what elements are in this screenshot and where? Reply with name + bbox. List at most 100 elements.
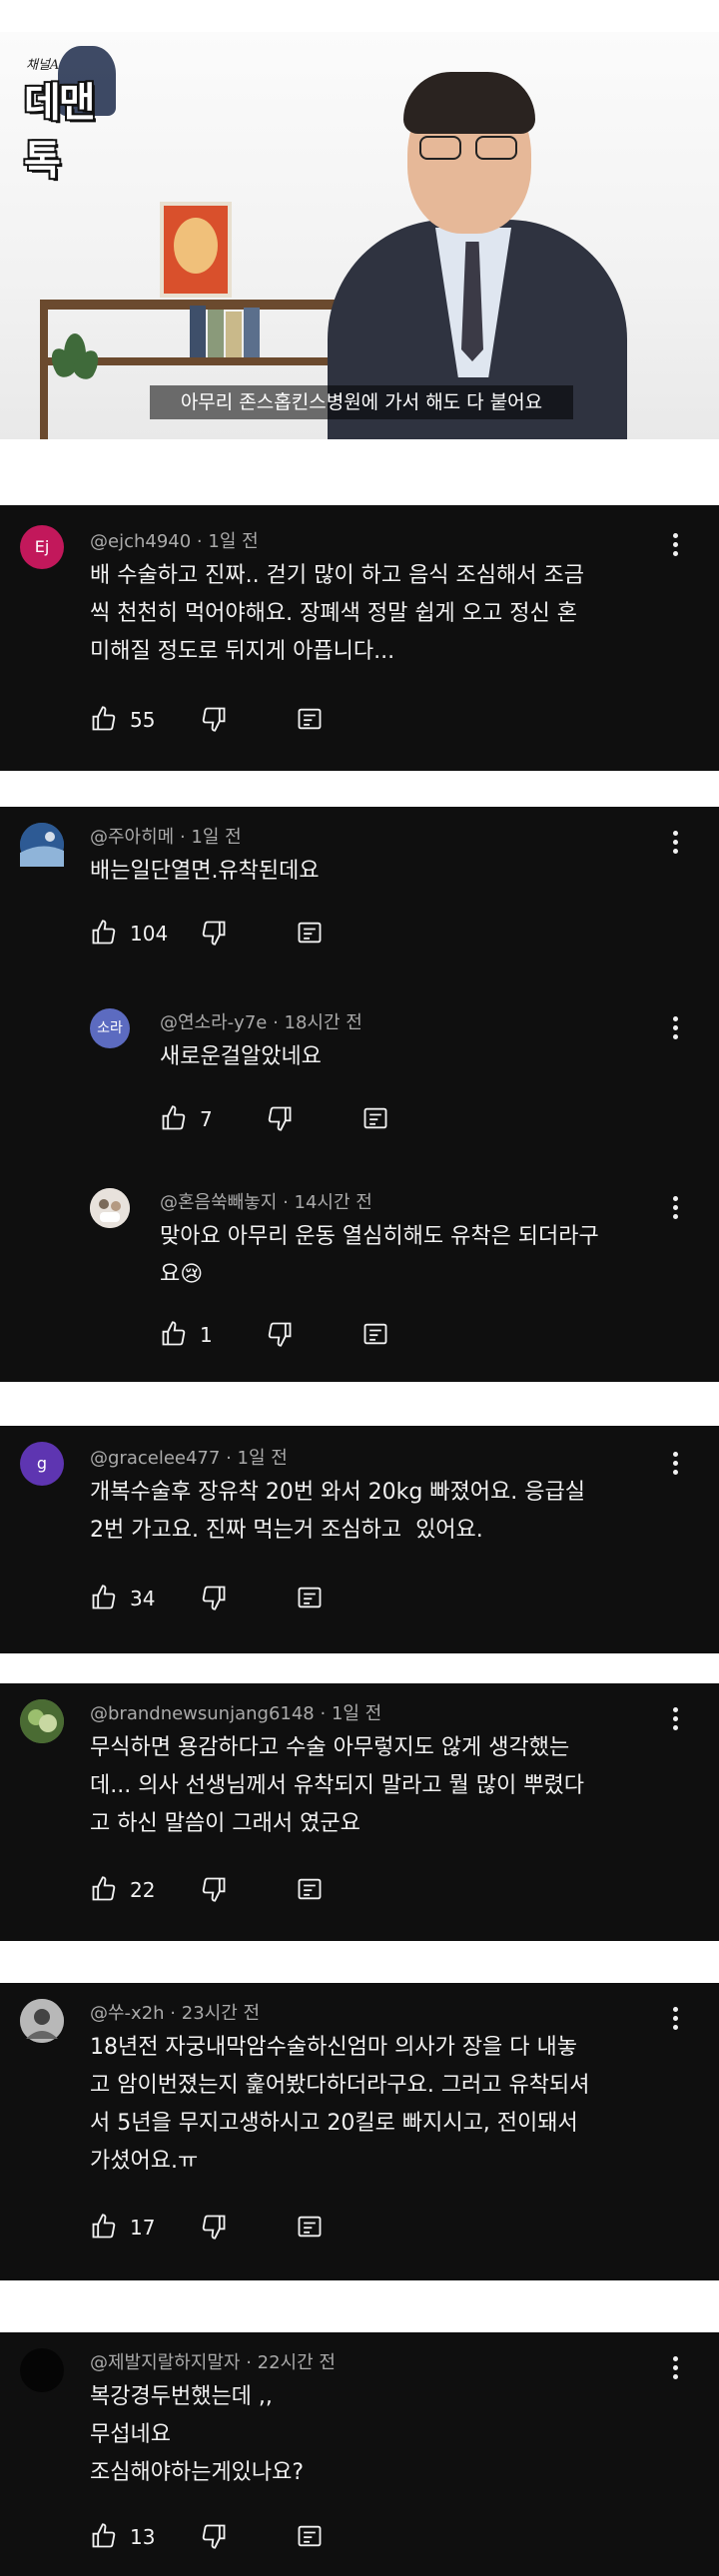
video-player[interactable]: 채널A 데맨톡 아무리 존스홉킨스병원에 가서 해도 다 붙어요 (0, 32, 719, 439)
reply-author[interactable]: @연소라-y7e (160, 1012, 267, 1033)
thumbs-down-icon (202, 921, 226, 946)
reply-author[interactable]: @혼음쑥빼놓지 (160, 1192, 277, 1213)
comment-author[interactable]: @제발지랄하지말자 (90, 2352, 240, 2373)
thumbs-up-icon (92, 706, 116, 731)
like-count: 7 (200, 1107, 213, 1131)
comment-time: 23시간 전 (181, 2003, 261, 2024)
comment-card: g @gracelee477 · 1일 전 개복수술후 장유착 20번 와서 2… (0, 1426, 719, 1653)
reply-icon (298, 922, 322, 944)
like-count: 17 (130, 2216, 156, 2240)
comment-card: @쑤-x2h · 23시간 전 18년전 자궁내막암수술하신엄마 의사가 장을 … (0, 1983, 719, 2280)
like-button[interactable] (90, 2213, 118, 2243)
thumbs-up-icon (92, 1876, 116, 1901)
comment-time: 1일 전 (208, 531, 259, 552)
more-options-icon[interactable] (673, 2356, 679, 2382)
like-count: 13 (130, 2525, 156, 2549)
reply-text: 새로운걸알았네요 (160, 1044, 322, 1069)
comment-time: 1일 전 (237, 1448, 288, 1469)
dislike-button[interactable] (200, 1875, 228, 1905)
reply-icon (298, 708, 322, 730)
thumbs-up-icon (92, 1585, 116, 1610)
dislike-button[interactable] (266, 1104, 294, 1134)
comment-text: 배 수술하고 진짜.. 걷기 많이 하고 음식 조심해서 조금 씩 천천히 먹어야… (90, 563, 584, 664)
comment-text: 18년전 자궁내막암수술하신엄마 의사가 장을 다 내놓 고 암이번졌는지 훑어봤… (90, 2035, 590, 2174)
thumbs-down-icon (268, 1106, 292, 1131)
reply-button[interactable] (361, 1104, 389, 1134)
like-count: 34 (130, 1587, 156, 1610)
reply-text: 맞아요 아무리 운동 열심히해도 유착은 되더라구 요😢 (160, 1224, 599, 1287)
reply-icon (363, 1107, 387, 1129)
like-button[interactable] (90, 2522, 118, 2552)
like-count: 22 (130, 1878, 156, 1902)
thumbs-up-icon (92, 2523, 116, 2548)
comment-author[interactable]: @ejch4940 (90, 531, 191, 552)
reply-icon (298, 1878, 322, 1900)
comment-time: 1일 전 (191, 827, 242, 848)
thumbs-down-icon (202, 1877, 226, 1902)
dislike-button[interactable] (200, 919, 228, 949)
more-options-icon[interactable] (673, 1707, 679, 1733)
reply-icon (298, 2216, 322, 2238)
dislike-button[interactable] (200, 2522, 228, 2552)
like-count: 55 (130, 708, 156, 732)
comment-author[interactable]: @brandnewsunjang6148 (90, 1703, 315, 1724)
like-button[interactable] (90, 1875, 118, 1905)
thumbs-down-icon (202, 2524, 226, 2549)
more-options-icon[interactable] (673, 2007, 679, 2033)
comment-card: @brandnewsunjang6148 · 1일 전 무식하면 용감하다고 수… (0, 1683, 719, 1941)
more-options-icon[interactable] (673, 1016, 679, 1042)
comment-card: @주아히메 · 1일 전 배는일단열면.유착된데요 104 (0, 807, 719, 982)
avatar[interactable]: g (20, 1442, 64, 1486)
avatar[interactable] (20, 823, 64, 867)
replies-section: 소라 @연소라-y7e · 18시간 전 새로운걸알았네요 7 @혼음쑥빼놓지 … (0, 982, 719, 1382)
reply-button[interactable] (296, 2213, 324, 2243)
reply-button[interactable] (296, 919, 324, 949)
avatar[interactable] (90, 1188, 130, 1228)
thumbs-up-icon (162, 1105, 186, 1130)
thumbs-down-icon (202, 707, 226, 732)
dislike-button[interactable] (200, 2213, 228, 2243)
reply-button[interactable] (296, 705, 324, 735)
plant (45, 333, 105, 393)
dislike-button[interactable] (200, 705, 228, 735)
comment-text: 복강경두번했는데 ,, 무섭네요 조심해야하는게있나요? (90, 2384, 305, 2485)
like-button[interactable] (90, 705, 118, 735)
avatar[interactable]: 소라 (90, 1008, 130, 1048)
like-count: 1 (200, 1323, 213, 1347)
reply-button[interactable] (296, 1875, 324, 1905)
like-button[interactable] (90, 1584, 118, 1613)
channel-logo: 채널A 데맨톡 (14, 46, 124, 184)
comment-time: 22시간 전 (257, 2352, 336, 2373)
comment-text: 배는일단열면.유착된데요 (90, 859, 320, 884)
thumbs-down-icon (202, 2215, 226, 2240)
reply-time: 14시간 전 (294, 1192, 372, 1213)
more-options-icon[interactable] (673, 1452, 679, 1478)
thumbs-up-icon (92, 920, 116, 945)
thumbs-up-icon (162, 1321, 186, 1346)
reply-button[interactable] (361, 1320, 389, 1350)
comment-author[interactable]: @gracelee477 (90, 1448, 220, 1469)
reply-button[interactable] (296, 2522, 324, 2552)
reply-icon (298, 1587, 322, 1609)
avatar[interactable] (20, 1999, 64, 2043)
dislike-button[interactable] (200, 1584, 228, 1613)
avatar[interactable] (20, 1699, 64, 1743)
reply-icon (363, 1323, 387, 1345)
video-caption: 아무리 존스홉킨스병원에 가서 해도 다 붙어요 (150, 385, 573, 419)
more-options-icon[interactable] (673, 533, 679, 559)
comment-text: 개복수술후 장유착 20번 와서 20kg 빠졌어요. 응급실 2번 가고요. 진… (90, 1480, 585, 1543)
like-button[interactable] (90, 919, 118, 949)
dislike-button[interactable] (266, 1320, 294, 1350)
comment-author[interactable]: @주아히메 (90, 827, 174, 848)
more-options-icon[interactable] (673, 831, 679, 857)
avatar[interactable] (20, 2348, 64, 2392)
comment-author[interactable]: @쑤-x2h (90, 2003, 165, 2024)
comment-card: Ej @ejch4940 · 1일 전 배 수술하고 진짜.. 걷기 많이 하고… (0, 505, 719, 771)
like-button[interactable] (160, 1104, 188, 1134)
reply-button[interactable] (296, 1584, 324, 1613)
like-button[interactable] (160, 1320, 188, 1350)
more-options-icon[interactable] (673, 1196, 679, 1222)
thumbs-down-icon (202, 1586, 226, 1610)
thumbs-down-icon (268, 1322, 292, 1347)
avatar[interactable]: Ej (20, 525, 64, 569)
